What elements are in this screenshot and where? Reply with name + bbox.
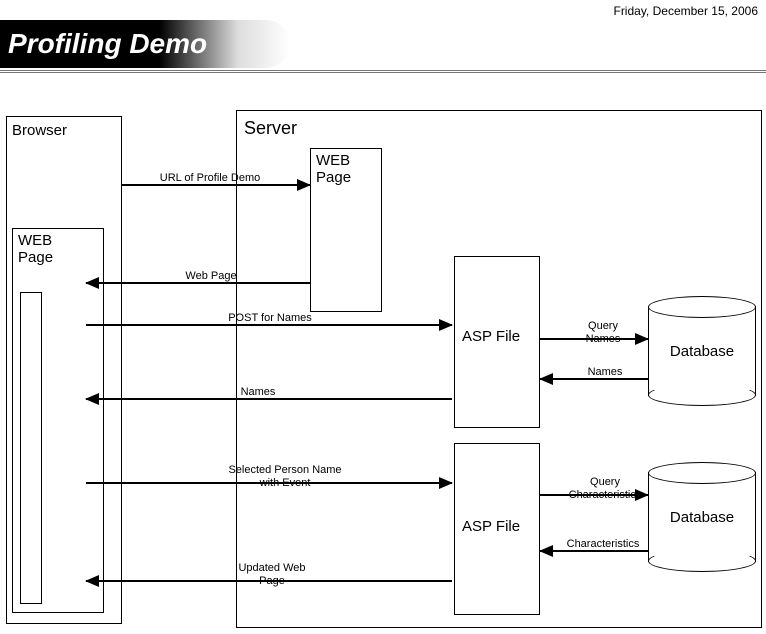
server-label: Server [244,118,297,139]
date-text: Friday, December 15, 2006 [613,4,758,18]
browser-webpage-inner [20,292,42,604]
arrow-webpage-label: Web Page [176,270,246,283]
arrow-char-label: Characteristics [558,538,648,551]
database-2-label: Database [648,509,756,526]
diagram-canvas: Friday, December 15, 2006 Profiling Demo… [0,0,766,634]
database-1: Database [648,296,756,406]
header-rule [0,70,766,73]
arrow-names-browser-label: Names [228,386,288,399]
asp-file-1-label: ASP File [462,328,520,345]
arrow-query-names-label: Query Names [578,320,628,345]
database-2: Database [648,462,756,572]
browser-webpage-label: WEB Page [18,232,88,266]
browser-label: Browser [12,122,67,139]
server-webpage-label: WEB Page [316,152,376,186]
asp-file-2-label: ASP File [462,518,520,535]
page-title: Profiling Demo [8,28,207,60]
arrow-updated-page-label: Updated Web Page [232,562,312,587]
arrow-names-label: Names [580,366,630,379]
arrow-url-label: URL of Profile Demo [155,172,265,185]
database-1-label: Database [648,343,756,360]
arrow-selected-person-label: Selected Person Name with Event [220,464,350,489]
arrow-post-names-label: POST for Names [220,312,320,325]
arrow-query-char-label: Query Characteristics [560,476,650,501]
